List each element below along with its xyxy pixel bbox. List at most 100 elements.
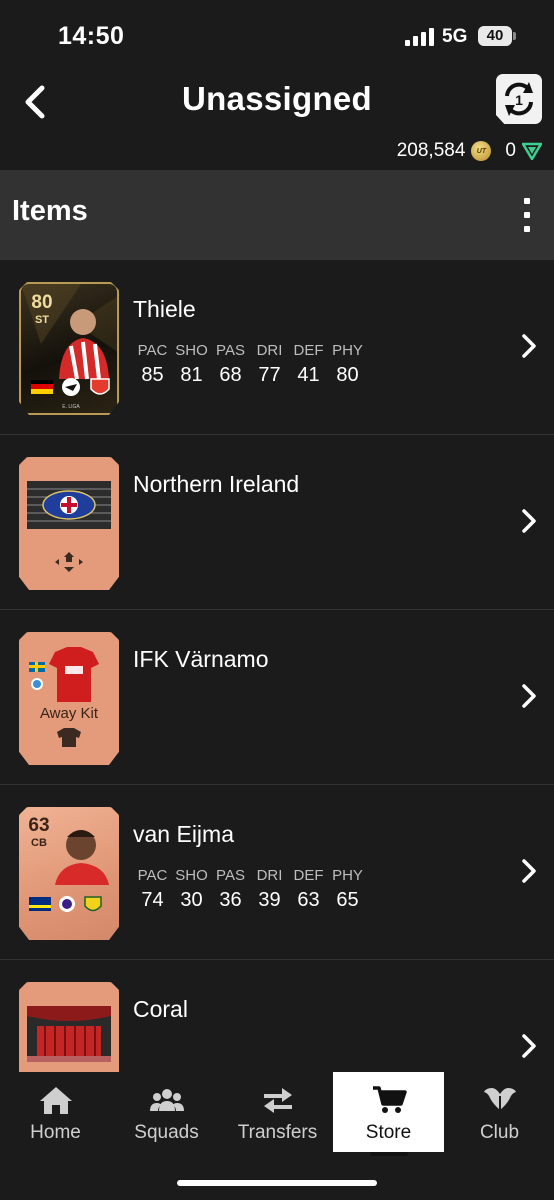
player-stats: PAC 85 SHO 81 PAS 68 DRI 77 DEF 41 PHY 80: [133, 342, 367, 387]
stat-label: PAC: [137, 867, 168, 884]
svg-text:1: 1: [515, 92, 523, 108]
tab-squads[interactable]: Squads: [111, 1072, 222, 1152]
player-card: 63 CB: [19, 807, 119, 940]
stat-value: 85: [141, 364, 164, 386]
card-rating: 63: [28, 815, 50, 836]
list-item[interactable]: 63 CB van Eijma PAC 74 SHO 30 PAS 36 DRI 39 …: [0, 785, 554, 960]
stat-dri: DRI 39: [250, 867, 289, 912]
fifa-points-icon: [522, 142, 542, 160]
stat-value: 77: [258, 364, 281, 386]
chevron-right-icon[interactable]: [520, 507, 538, 535]
stadium-theme-image: [27, 1006, 111, 1062]
tab-club[interactable]: Club: [444, 1072, 554, 1152]
stat-label: DEF: [293, 342, 324, 359]
stadium-theme-card: [19, 982, 119, 1072]
stat-pac: PAC 74: [133, 867, 172, 912]
chevron-right-icon[interactable]: [520, 857, 538, 885]
status-time: 14:50: [58, 22, 125, 50]
stat-phy: PHY 80: [328, 342, 367, 387]
stat-value: 81: [180, 364, 203, 386]
stat-def: DEF 63: [289, 867, 328, 912]
nav-header: Unassigned 1 208,584 UT 0: [0, 70, 554, 170]
stat-label: SHO: [175, 342, 208, 359]
reset-button[interactable]: 1: [496, 74, 542, 124]
stat-value: 74: [141, 889, 164, 911]
stat-sho: SHO 81: [172, 342, 211, 387]
stat-def: DEF 41: [289, 342, 328, 387]
chevron-right-icon[interactable]: [520, 332, 538, 360]
svg-text:E. LIGA: E. LIGA: [62, 404, 80, 410]
card-position: ST: [34, 314, 50, 326]
stat-value: 39: [258, 889, 281, 911]
stat-label: PHY: [332, 867, 363, 884]
stat-phy: PHY 65: [328, 867, 367, 912]
item-name: Coral: [133, 996, 188, 1022]
list-item[interactable]: Coral: [0, 960, 554, 1072]
tab-label: Store: [365, 1122, 412, 1143]
stat-dri: DRI 77: [250, 342, 289, 387]
stat-value: 80: [336, 364, 359, 386]
tab-label: Transfers: [237, 1122, 318, 1143]
card-rating-block: 80 ST: [28, 292, 56, 326]
tab-transfers[interactable]: Transfers: [222, 1072, 333, 1152]
stat-label: DEF: [293, 867, 324, 884]
stat-value: 30: [180, 889, 203, 911]
tifo-image: [27, 481, 111, 572]
items-list: E. LIGA 80 ST Thiele PAC 85 SHO 81 PAS 68 D…: [0, 260, 554, 1072]
stat-label: PHY: [332, 342, 363, 359]
chevron-right-icon[interactable]: [520, 682, 538, 710]
stat-value: 63: [297, 889, 320, 911]
player-card: E. LIGA 80 ST: [19, 282, 119, 415]
tab-label: Squads: [134, 1122, 199, 1143]
stat-label: PAC: [137, 342, 168, 359]
transfers-icon: [263, 1088, 292, 1113]
home-icon: [39, 1087, 72, 1114]
tab-home[interactable]: Home: [0, 1072, 111, 1152]
kit-image: [29, 647, 99, 747]
card-position: CB: [31, 837, 47, 849]
signal-icon: [405, 28, 434, 46]
battery-icon: 40: [478, 26, 516, 46]
tab-store[interactable]: Store: [333, 1072, 444, 1156]
tab-label: Club: [479, 1122, 520, 1143]
list-item[interactable]: Northern Ireland: [0, 435, 554, 610]
home-indicator: [177, 1180, 377, 1186]
points-balance: 0: [505, 140, 516, 161]
stat-label: SHO: [175, 867, 208, 884]
swap-refresh-icon: 1: [505, 82, 533, 116]
coin-icon: UT: [471, 141, 492, 161]
stat-label: DRI: [256, 342, 283, 359]
chevron-right-icon[interactable]: [520, 1032, 538, 1060]
tab-label: Home: [30, 1122, 81, 1143]
list-item[interactable]: E. LIGA 80 ST Thiele PAC 85 SHO 81 PAS 68 D…: [0, 260, 554, 435]
card-rating-block: 63 CB: [25, 815, 53, 849]
player-stats: PAC 74 SHO 30 PAS 36 DRI 39 DEF 63 PHY 65: [133, 867, 367, 912]
network-type: 5G: [442, 26, 468, 47]
more-options-button[interactable]: [522, 198, 532, 232]
items-section-header: Items: [0, 170, 554, 260]
stat-value: 68: [219, 364, 242, 386]
stat-pac: PAC 85: [133, 342, 172, 387]
club-icon: [483, 1088, 516, 1110]
stat-pas: PAS 68: [211, 342, 250, 387]
tifo-card: [19, 457, 119, 590]
status-bar: 14:50 5G 40: [0, 0, 554, 70]
item-name: IFK Värnamo: [133, 646, 269, 672]
card-rating: 80: [31, 292, 53, 313]
currency-display: 208,584 UT 0: [397, 140, 542, 162]
item-name: Thiele: [133, 296, 196, 322]
battery-level: 40: [478, 26, 512, 46]
item-name: Northern Ireland: [133, 471, 300, 497]
list-item[interactable]: Away Kit IFK Värnamo: [0, 610, 554, 785]
stat-value: 41: [297, 364, 320, 386]
coin-symbol: UT: [476, 147, 487, 155]
page-title: Unassigned: [181, 80, 373, 117]
stat-pas: PAS 36: [211, 867, 250, 912]
stat-label: PAS: [216, 867, 245, 884]
coins-balance: 208,584: [396, 140, 466, 161]
stat-value: 65: [336, 889, 359, 911]
item-name: van Eijma: [133, 821, 234, 847]
squads-icon: [149, 1089, 184, 1111]
stat-value: 36: [219, 889, 242, 911]
kit-card: Away Kit: [19, 632, 119, 765]
